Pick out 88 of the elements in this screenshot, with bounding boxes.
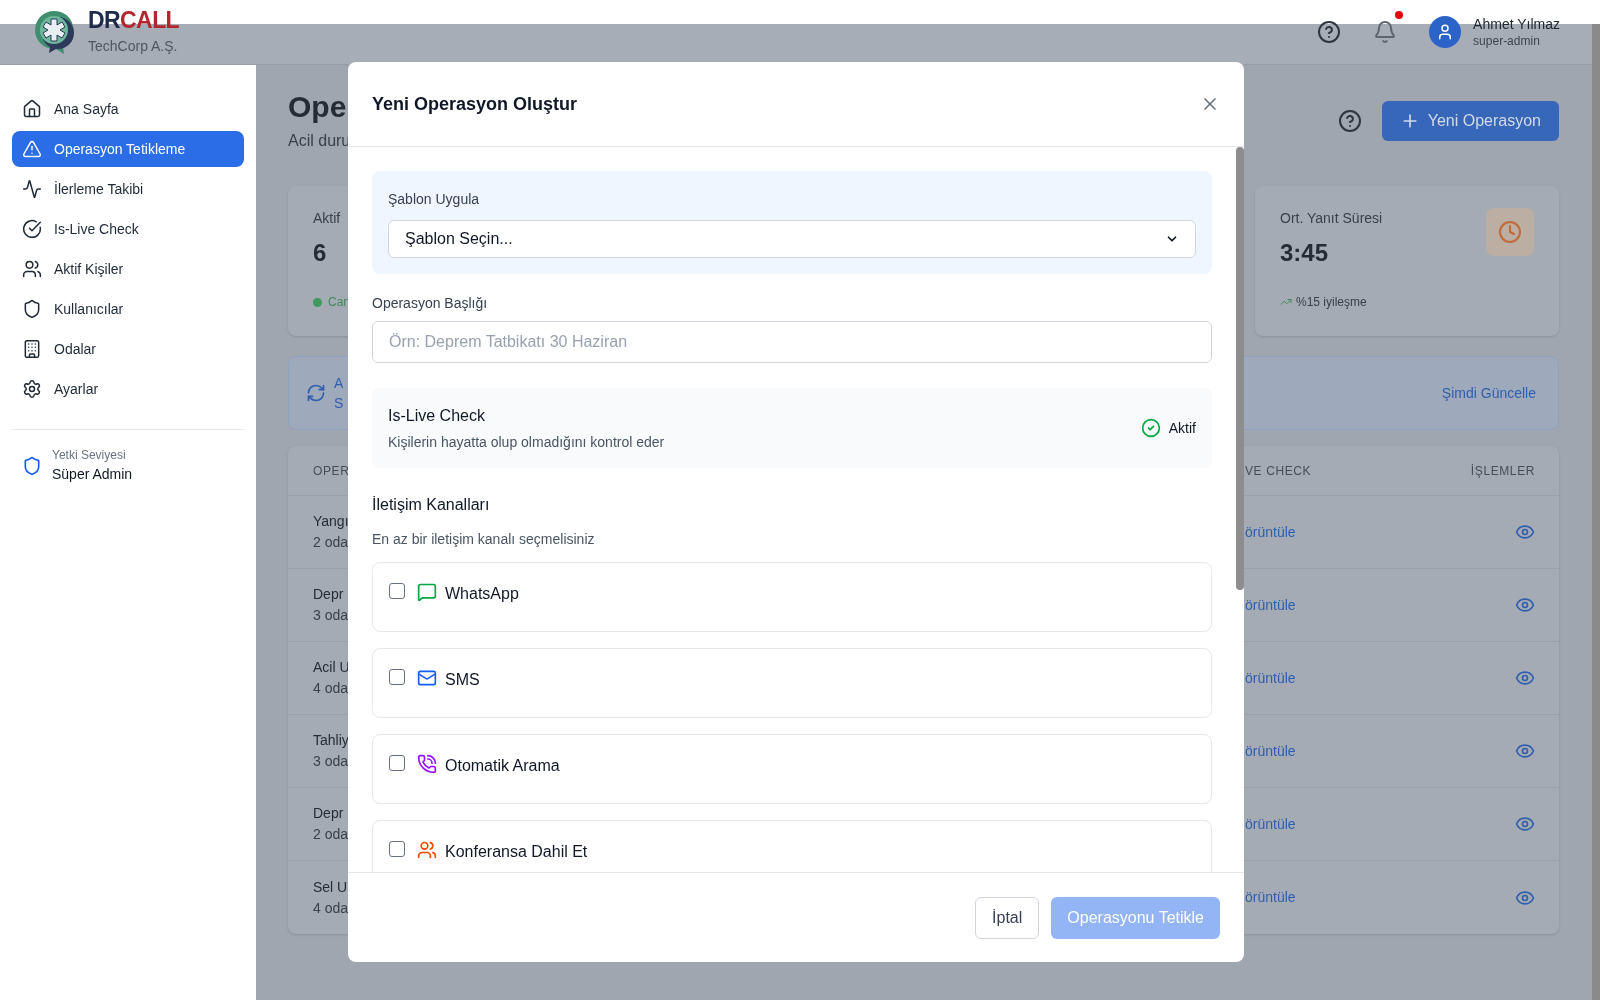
channel-label: Konferansa Dahil Et bbox=[445, 842, 588, 862]
permission-label: Yetki Seviyesi bbox=[52, 447, 127, 464]
cancel-button[interactable]: İptal bbox=[975, 896, 1040, 939]
section-title: İletişim Kanalları bbox=[372, 495, 491, 515]
avatar[interactable] bbox=[1429, 16, 1462, 48]
view-link[interactable]: örüntüle bbox=[1245, 594, 1296, 616]
eye-icon[interactable] bbox=[1515, 522, 1535, 542]
settings-icon bbox=[22, 379, 42, 399]
column-header: OPER bbox=[313, 462, 350, 480]
live-check-description: Kişilerin hayatta olup olmadığını kontrol eder bbox=[388, 432, 665, 452]
title-input-field[interactable]: Örn: Deprem Tatbikatı 30 Haziran bbox=[372, 321, 1212, 363]
sidebar-item[interactable]: Odalar bbox=[12, 331, 244, 367]
operation-rooms: 4 oda bbox=[313, 679, 350, 698]
channel-label: WhatsApp bbox=[445, 584, 519, 604]
building-icon bbox=[22, 339, 42, 359]
checkbox[interactable] bbox=[389, 583, 405, 599]
live-check-status: Aktif bbox=[1168, 418, 1196, 438]
house-icon bbox=[22, 99, 42, 119]
brand-logo-text: DRCALL bbox=[88, 7, 180, 33]
operation-rooms: 2 oda bbox=[313, 825, 349, 844]
mail-icon bbox=[417, 668, 437, 688]
check-circle-icon bbox=[22, 219, 42, 239]
operation-rooms: 2 oda bbox=[313, 533, 349, 552]
live-check-title: Is-Live Check bbox=[388, 405, 486, 426]
view-link[interactable]: örüntüle bbox=[1245, 521, 1296, 543]
phone-icon bbox=[417, 754, 437, 774]
trend-up-icon bbox=[1280, 296, 1292, 308]
bell-icon[interactable] bbox=[1373, 20, 1398, 44]
eye-icon[interactable] bbox=[1515, 814, 1535, 834]
checkbox[interactable] bbox=[389, 669, 405, 685]
eye-icon[interactable] bbox=[1515, 741, 1535, 761]
page-title: Ope bbox=[288, 89, 348, 125]
checkbox[interactable] bbox=[389, 755, 405, 771]
users-icon bbox=[22, 259, 42, 279]
channel-label: Otomatik Arama bbox=[445, 756, 560, 776]
operation-rooms: 3 oda bbox=[313, 606, 349, 625]
stat-label: Ort. Yanıt Süresi bbox=[1280, 209, 1383, 228]
operation-rooms: 3 oda bbox=[313, 752, 349, 771]
sidebar-item[interactable]: Is-Live Check bbox=[12, 211, 244, 247]
help-icon[interactable] bbox=[1317, 20, 1342, 44]
sidebar-item[interactable]: Aktif Kişiler bbox=[12, 251, 244, 287]
view-link[interactable]: örüntüle bbox=[1245, 813, 1296, 835]
eye-icon[interactable] bbox=[1515, 595, 1535, 615]
sidebar-item[interactable]: Ana Sayfa bbox=[12, 91, 244, 127]
sidebar-item[interactable]: Operasyon Tetikleme bbox=[12, 131, 244, 167]
sidebar-item[interactable]: Kullanıcılar bbox=[12, 291, 244, 327]
permission-value: Süper Admin bbox=[52, 465, 133, 484]
pulse-icon bbox=[22, 179, 42, 199]
organization-name: TechCorp A.Ş. bbox=[88, 37, 179, 56]
banner-text: S bbox=[334, 394, 344, 413]
stat-label: Aktif bbox=[313, 209, 341, 228]
view-link[interactable]: örüntüle bbox=[1245, 887, 1296, 908]
shield-icon bbox=[22, 299, 42, 319]
field-label: Operasyon Başlığı bbox=[372, 294, 489, 313]
view-link[interactable]: örüntüle bbox=[1245, 740, 1296, 762]
column-header: VE CHECK bbox=[1245, 462, 1312, 480]
modal-title: Yeni Operasyon Oluştur bbox=[372, 92, 578, 116]
user-role: super-admin bbox=[1473, 33, 1541, 49]
section-hint: En az bir iletişim kanalı seçmelisiniz bbox=[372, 530, 596, 549]
stat-value: 3:45 bbox=[1280, 238, 1329, 268]
clock-icon bbox=[1498, 220, 1522, 244]
template-select[interactable]: Şablon Seçin... bbox=[388, 220, 1196, 258]
shield-icon bbox=[22, 455, 42, 476]
eye-icon[interactable] bbox=[1515, 668, 1535, 688]
checkbox[interactable] bbox=[389, 841, 405, 857]
column-header: İŞLEMLER bbox=[1470, 462, 1535, 480]
chat-bubble-icon bbox=[417, 582, 437, 602]
banner-title: A bbox=[334, 374, 344, 393]
stat-trend: %15 iyileşme bbox=[1296, 294, 1367, 311]
refresh-icon bbox=[306, 383, 326, 403]
channel-label: SMS bbox=[445, 670, 480, 690]
operation-title: Sel U bbox=[313, 877, 349, 897]
operation-title: Depr bbox=[313, 585, 345, 604]
new-operation-button[interactable]: Yeni Operasyon bbox=[1381, 101, 1559, 141]
operation-title: Depr bbox=[313, 804, 345, 823]
operation-title: Yangı bbox=[313, 512, 349, 531]
check-circle-icon bbox=[1140, 418, 1161, 438]
sidebar-item[interactable]: İlerleme Takibi bbox=[12, 171, 244, 207]
warning-icon bbox=[22, 139, 42, 159]
sidebar-item[interactable]: Ayarlar bbox=[12, 371, 244, 407]
view-link[interactable]: örüntüle bbox=[1245, 667, 1296, 689]
stat-value: 6 bbox=[313, 238, 327, 268]
operation-rooms: 4 oda bbox=[313, 898, 349, 918]
operation-title: Tahliy bbox=[313, 731, 349, 750]
update-now-link[interactable]: Şimdi Güncelle bbox=[1441, 382, 1536, 404]
users-icon bbox=[417, 840, 437, 860]
field-label: Şablon Uygula bbox=[388, 190, 481, 209]
help-icon[interactable] bbox=[1337, 109, 1362, 133]
